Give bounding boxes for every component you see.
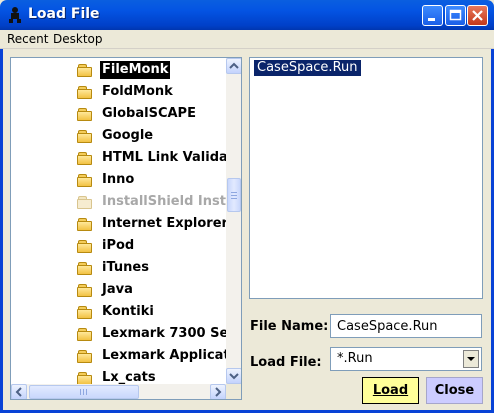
load-file-label: Load File: [250, 355, 322, 370]
chevron-down-icon [229, 373, 239, 380]
scroll-left-button[interactable] [11, 384, 27, 399]
window-title: Load File [28, 6, 100, 22]
chevron-left-icon [15, 387, 22, 397]
close-button[interactable]: Close [426, 377, 483, 404]
maximize-button[interactable] [445, 5, 466, 26]
load-file-type-value: *.Run [337, 351, 373, 366]
tree-vertical-scrollbar[interactable] [226, 58, 241, 384]
grip-lines [80, 389, 89, 395]
folder-tree[interactable]: FileMonk FoldMonk GlobalSCAPE Google HTM… [10, 57, 242, 400]
tree-item-label: Kontiki [102, 304, 154, 319]
menu-recent[interactable]: Recent [7, 32, 48, 46]
tree-horizontal-scroll-thumb[interactable] [29, 385, 139, 399]
minimize-icon [428, 18, 435, 21]
tree-item-label: Lx_cats [102, 370, 156, 384]
folder-icon [77, 130, 93, 143]
file-list[interactable]: CaseSpace.Run [249, 57, 483, 299]
tree-item-itunes[interactable]: iTunes [77, 258, 226, 280]
tree-item-inno[interactable]: Inno [77, 170, 226, 192]
close-button-label: Close [434, 383, 475, 398]
tree-item-label: HTML Link Validato [102, 150, 226, 165]
tree-item-label: iTunes [102, 260, 149, 275]
tree-item-lexmark-application[interactable]: Lexmark Application [77, 346, 226, 368]
tree-item-label: Internet Explorer [102, 216, 226, 231]
folder-icon [77, 196, 93, 209]
file-name-input[interactable] [330, 314, 482, 338]
window-frame-left [0, 30, 3, 413]
tree-item-globalscape[interactable]: GlobalSCAPE [77, 104, 226, 126]
tree-item-filemonk[interactable]: FileMonk [77, 60, 226, 82]
title-bar[interactable]: Load File [0, 0, 494, 30]
menu-bar: Recent Desktop [0, 30, 494, 49]
scroll-down-button[interactable] [226, 368, 241, 384]
tree-item-lexmark-7300[interactable]: Lexmark 7300 Serie [77, 324, 226, 346]
folder-icon [77, 350, 93, 363]
app-figure-icon [9, 7, 21, 23]
tree-item-label: Lexmark 7300 Serie [102, 326, 226, 341]
tree-item-foldmonk[interactable]: FoldMonk [77, 82, 226, 104]
tree-item-label: Lexmark Application [102, 348, 226, 363]
tree-item-label: Inno [102, 172, 135, 187]
tree-item-label: GlobalSCAPE [102, 106, 196, 121]
folder-icon [77, 86, 93, 99]
tree-item-html-link-validator[interactable]: HTML Link Validato [77, 148, 226, 170]
tree-item-ipod[interactable]: iPod [77, 236, 226, 258]
tree-vertical-scroll-thumb[interactable] [227, 178, 241, 212]
dropdown-arrow-icon [467, 357, 475, 361]
dropdown-button[interactable] [463, 350, 479, 368]
folder-tree-list: FileMonk FoldMonk GlobalSCAPE Google HTM… [11, 58, 226, 384]
maximize-icon [449, 9, 462, 21]
close-icon [472, 10, 483, 21]
folder-icon [77, 152, 93, 165]
chevron-up-icon [229, 62, 239, 69]
tree-item-label: Google [102, 128, 154, 143]
tree-item-google[interactable]: Google [77, 126, 226, 148]
tree-item-label: FileMonk [100, 61, 171, 79]
file-name-label: File Name: [250, 319, 329, 334]
folder-icon [77, 262, 93, 275]
tree-item-internet-explorer[interactable]: Internet Explorer [77, 214, 226, 236]
tree-item-label: Java [102, 282, 133, 297]
tree-item-label: InstallShield Instal [102, 194, 226, 209]
folder-icon [77, 284, 93, 297]
folder-icon [77, 218, 93, 231]
scroll-right-button[interactable] [210, 384, 226, 399]
load-button[interactable]: Load [362, 377, 419, 404]
scroll-up-button[interactable] [226, 58, 241, 74]
file-list-item[interactable]: CaseSpace.Run [254, 60, 361, 76]
folder-icon [77, 240, 93, 253]
minimize-button[interactable] [422, 5, 443, 26]
folder-icon [77, 306, 93, 319]
folder-icon [77, 174, 93, 187]
tree-item-kontiki[interactable]: Kontiki [77, 302, 226, 324]
tree-item-label: iPod [102, 238, 135, 253]
folder-icon [77, 108, 93, 121]
menu-desktop[interactable]: Desktop [53, 32, 103, 46]
close-window-button[interactable] [467, 5, 488, 26]
folder-icon [77, 372, 93, 384]
tree-item-label: FoldMonk [102, 84, 173, 99]
chevron-right-icon [215, 387, 222, 397]
scrollbar-corner [226, 384, 241, 399]
tree-item-installshield[interactable]: InstallShield Instal [77, 192, 226, 214]
grip-lines [231, 190, 237, 199]
tree-item-java[interactable]: Java [77, 280, 226, 302]
tree-horizontal-scrollbar[interactable] [11, 384, 226, 399]
folder-icon [77, 328, 93, 341]
tree-item-lx-cats[interactable]: Lx_cats [77, 368, 226, 384]
load-file-type-select[interactable]: *.Run [330, 347, 482, 371]
load-button-label: Load [372, 383, 409, 398]
folder-icon [77, 64, 93, 77]
